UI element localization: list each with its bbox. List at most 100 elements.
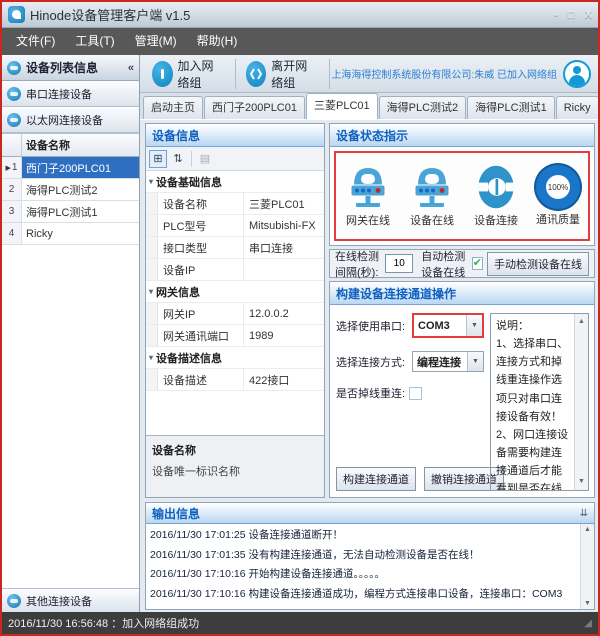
property-row[interactable]: PLC型号 Mitsubishi-FX (146, 215, 324, 237)
collapse-sidebar-button[interactable]: « (128, 62, 134, 74)
scroll-down-icon[interactable]: ▼ (584, 598, 591, 609)
property-key: PLC型号 (158, 215, 244, 236)
note-line: 2、网口连接设备需要构建连接通道后才能看到是否在线状态！ (496, 426, 571, 491)
table-row[interactable]: ▶1 西门子200PLC01 (2, 157, 139, 179)
grid-strip (146, 325, 158, 346)
tab-mitsubishi-plc[interactable]: 三菱PLC01 (306, 93, 378, 119)
build-channel-button[interactable]: 构建连接通道 (336, 467, 416, 491)
collapse-category-icon[interactable]: ▾ (149, 353, 153, 362)
row-number-gutter (2, 134, 22, 156)
app-logo-icon (8, 6, 25, 23)
reconnect-label: 是否掉线重连: (336, 385, 405, 401)
property-row[interactable]: 设备描述 422接口 (146, 369, 324, 391)
leave-group-icon (246, 61, 267, 87)
toolbar-separator (329, 59, 330, 89)
property-value[interactable] (244, 259, 324, 280)
property-value[interactable]: 串口连接 (244, 237, 324, 258)
join-group-icon (152, 61, 173, 87)
sidebar-group-other-label: 其他连接设备 (26, 593, 92, 609)
scroll-down-icon[interactable]: ▼ (578, 474, 585, 490)
build-channel-header: 构建设备连接通道操作 (330, 282, 594, 305)
indicator-label: 通讯质量 (536, 211, 580, 227)
status-bar: 2016/11/30 16:56:48 ：加入网络组成功 ◢ (2, 612, 598, 634)
property-value[interactable]: 三菱PLC01 (244, 193, 324, 214)
property-value[interactable]: 422接口 (244, 369, 324, 390)
menu-help[interactable]: 帮助(H) (187, 28, 248, 55)
tab-ricky[interactable]: Ricky (556, 96, 599, 119)
grid-strip (146, 369, 158, 390)
serial-port-select[interactable]: COM3 ▼ (414, 315, 482, 336)
property-description-title: 设备名称 (152, 442, 318, 458)
interval-label: 在线检测间隔(秒): (335, 248, 381, 280)
device-online-indicator: 设备在线 (408, 164, 456, 228)
table-row[interactable]: 3 海得PLC测试1 (2, 201, 139, 223)
log-line: 2016/11/30 17:10:16 构建设备连接通道成功，编程方式连接串口设… (150, 585, 578, 605)
categorize-icon[interactable]: ⊞ (149, 150, 167, 168)
property-value[interactable]: Mitsubishi-FX (244, 215, 324, 236)
instructions-box: 说明： 1、选择串口、连接方式和掉线重连操作选项只对串口连接设备有效！ 2、网口… (490, 313, 589, 491)
indicator-label: 设备连接 (474, 212, 518, 228)
property-value[interactable]: 12.0.0.2 (244, 303, 324, 324)
tab-hite-test2[interactable]: 海得PLC测试2 (379, 96, 467, 119)
indicator-label: 网关在线 (346, 212, 390, 228)
sidebar-group-ethernet[interactable]: 以太网连接设备 (2, 107, 139, 133)
property-value[interactable]: 1989 (244, 325, 324, 346)
minimize-button[interactable]: - (554, 9, 558, 21)
scroll-up-icon[interactable]: ▲ (578, 314, 585, 330)
reconnect-checkbox[interactable] (409, 387, 422, 400)
scroll-up-icon[interactable]: ▲ (584, 524, 591, 535)
category-row[interactable]: ▾ 网关信息 (146, 281, 324, 303)
property-row[interactable]: 设备IP (146, 259, 324, 281)
menu-manage[interactable]: 管理(M) (125, 28, 187, 55)
leave-network-group-button[interactable]: 离开网络组 (238, 57, 327, 91)
serial-port-label: 选择使用串口: (336, 318, 412, 334)
sort-az-icon[interactable]: ⇅ (169, 150, 187, 168)
table-row[interactable]: 2 海得PLC测试2 (2, 179, 139, 201)
interval-input[interactable] (385, 254, 413, 273)
collapse-category-icon[interactable]: ▾ (149, 177, 153, 186)
log-scrollbar[interactable]: ▲ ▼ (580, 524, 594, 609)
auto-check-checkbox[interactable]: ✔ (472, 257, 483, 270)
auto-hide-pin-icon[interactable]: ⇊ (580, 508, 588, 519)
property-row[interactable]: 网关IP 12.0.0.2 (146, 303, 324, 325)
collapse-category-icon[interactable]: ▾ (149, 287, 153, 296)
sidebar-group-serial[interactable]: 串口连接设备 (2, 81, 139, 107)
join-network-group-button[interactable]: 加入网络组 (144, 57, 233, 91)
router-icon (408, 164, 456, 210)
menu-tools[interactable]: 工具(T) (65, 28, 124, 55)
instructions-scrollbar[interactable]: ▲ ▼ (574, 314, 588, 490)
chevron-down-icon[interactable]: ▼ (466, 315, 482, 336)
category-row[interactable]: ▾ 设备基础信息 (146, 171, 324, 193)
chevron-down-icon[interactable]: ▼ (467, 352, 483, 371)
property-row[interactable]: 网关通讯端口 1989 (146, 325, 324, 347)
device-list-sidebar: 设备列表信息 « 串口连接设备 以太网连接设备 设备名称 ▶1 西门子200PL… (2, 55, 140, 612)
device-name-cell[interactable]: Ricky (22, 223, 139, 244)
sidebar-group-other[interactable]: 其他连接设备 (2, 588, 139, 612)
table-row[interactable]: 4 Ricky (2, 223, 139, 245)
property-row[interactable]: 设备名称 三菱PLC01 (146, 193, 324, 215)
log-area: 2016/11/30 17:01:25 设备连接通道断开！ 2016/11/30… (146, 524, 594, 609)
property-row[interactable]: 接口类型 串口连接 (146, 237, 324, 259)
resize-grip[interactable]: ◢ (584, 618, 592, 629)
property-grid-toolbar: ⊞ ⇅ ▤ (146, 147, 324, 171)
menu-file[interactable]: 文件(F) (6, 28, 65, 55)
device-name-column-header[interactable]: 设备名称 (22, 134, 139, 156)
grid-strip (146, 259, 158, 280)
user-avatar[interactable] (563, 60, 591, 88)
device-name-cell[interactable]: 西门子200PLC01 (22, 157, 139, 178)
device-table: 设备名称 ▶1 西门子200PLC01 2 海得PLC测试2 3 海得PLC测试… (2, 133, 139, 588)
property-key: 设备描述 (158, 369, 244, 390)
category-row[interactable]: ▾ 设备描述信息 (146, 347, 324, 369)
manual-check-button[interactable]: 手动检测设备在线 (487, 252, 589, 276)
close-button[interactable]: X (585, 9, 592, 21)
tab-hite-test1[interactable]: 海得PLC测试1 (467, 96, 555, 119)
table-empty-area (2, 245, 139, 588)
device-name-cell[interactable]: 海得PLC测试1 (22, 201, 139, 222)
grid-strip (146, 237, 158, 258)
device-name-cell[interactable]: 海得PLC测试2 (22, 179, 139, 200)
maximize-button[interactable]: □ (568, 9, 575, 21)
document-tab-bar: 启动主页 西门子200PLC01 三菱PLC01 海得PLC测试2 海得PLC测… (140, 93, 598, 120)
tab-siemens-plc[interactable]: 西门子200PLC01 (204, 96, 305, 119)
tab-start-home[interactable]: 启动主页 (143, 96, 203, 119)
connect-mode-select[interactable]: 编程连接 ▼ (412, 351, 484, 372)
